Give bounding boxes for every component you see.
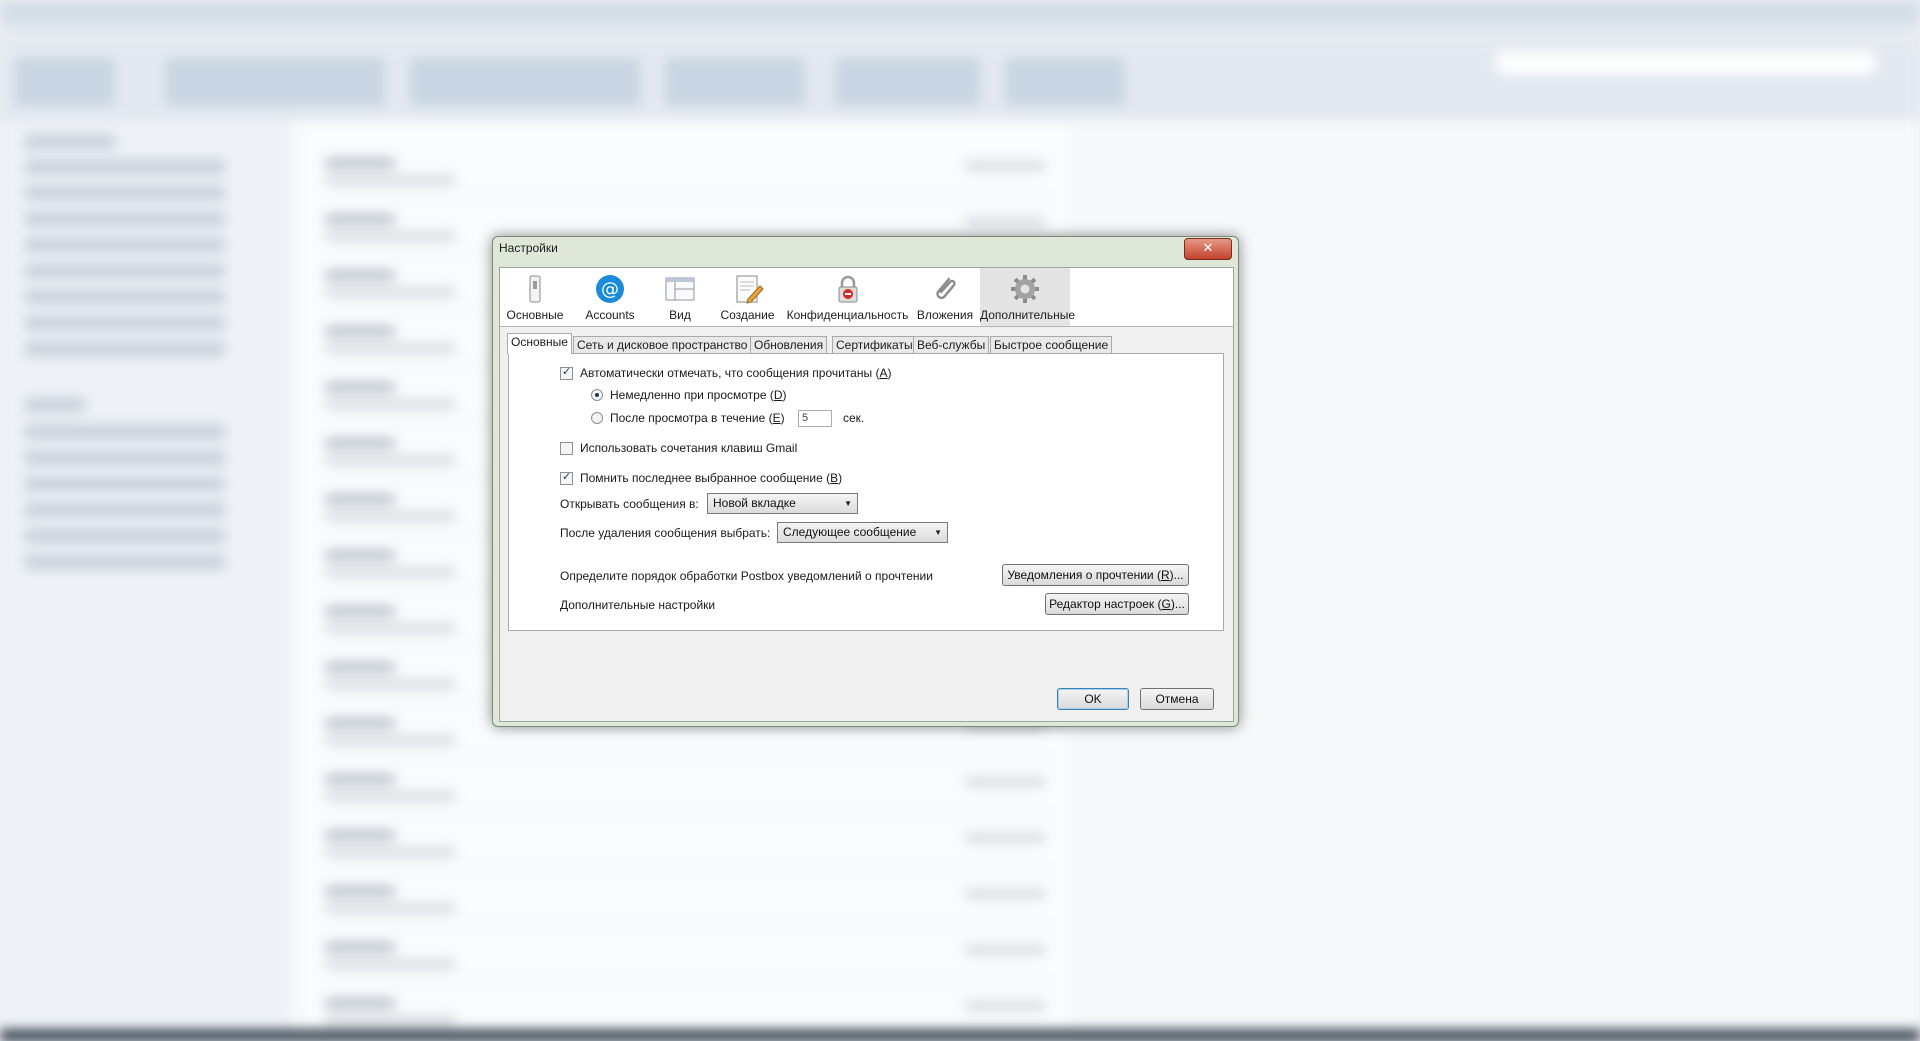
bg-side-item (25, 477, 225, 491)
bg-sidebar (0, 120, 290, 1040)
bg-menu-bar (0, 24, 1920, 48)
after-delay-label[interactable]: После просмотра в течение (E) (610, 411, 785, 425)
bg-side-item (25, 529, 225, 543)
at-sign-icon: @ (596, 275, 624, 303)
pane-label: Дополнительные (980, 308, 1075, 322)
delay-seconds-input[interactable]: 5 (798, 410, 832, 427)
receipts-label: Определите порядок обработки Postbox уве… (560, 569, 933, 583)
bg-tool (1005, 58, 1125, 106)
chevron-down-icon: ▼ (934, 528, 942, 537)
bg-tool (15, 58, 115, 106)
bg-side-item (25, 160, 225, 174)
seconds-unit-label: сек. (843, 411, 865, 425)
padlock-icon (838, 275, 857, 303)
bg-side-item (25, 555, 225, 569)
after-delete-label: После удаления сообщения выбрать: (560, 526, 771, 540)
dialog-client: Основные @ Accounts Вид Создание Конфиде… (499, 267, 1234, 722)
bg-side-item (25, 186, 225, 200)
pane-compose[interactable]: Создание (710, 268, 785, 326)
pane-label: Вложения (916, 308, 974, 322)
bg-side-item (25, 342, 225, 356)
settings-dialog: Настройки ✕ Основные @ Accounts Вид Созд… (492, 236, 1239, 727)
after-delay-radio[interactable] (591, 412, 603, 424)
remember-last-checkbox[interactable] (560, 470, 573, 485)
switch-icon (529, 275, 541, 303)
settings-panel: Автоматически отмечать, что сообщения пр… (508, 353, 1224, 631)
subtab-instant-message[interactable]: Быстрое сообщение (990, 336, 1113, 353)
bg-row (325, 766, 1055, 813)
close-button[interactable]: ✕ (1184, 238, 1232, 260)
svg-text:@: @ (601, 279, 619, 300)
category-bar: Основные @ Accounts Вид Создание Конфиде… (500, 268, 1233, 327)
bg-side-item (25, 238, 225, 252)
open-in-select[interactable]: Новой вкладке ▼ (707, 493, 858, 514)
subtab-updates[interactable]: Обновления (750, 336, 828, 353)
bg-side-item (25, 503, 225, 517)
gmail-shortcuts-label[interactable]: Использовать сочетания клавиш Gmail (580, 441, 797, 455)
config-editor-button[interactable]: Редактор настроек (G)... (1045, 593, 1189, 615)
pane-accounts[interactable]: @ Accounts (570, 268, 650, 326)
gear-icon (1011, 275, 1039, 303)
bg-taskbar (0, 1030, 1920, 1041)
bg-row (325, 878, 1055, 925)
after-delete-select[interactable]: Следующее сообщение ▼ (777, 522, 948, 543)
bg-row (325, 822, 1055, 869)
pane-label: Accounts (585, 308, 635, 322)
bg-tool (835, 58, 980, 106)
bg-side-item (25, 290, 225, 304)
after-delete-value: Следующее сообщение (783, 525, 917, 539)
bg-tool (665, 58, 805, 106)
auto-mark-read-checkbox[interactable] (560, 365, 573, 380)
pane-privacy[interactable]: Конфиденциальность (785, 268, 910, 326)
bg-side-item (25, 135, 115, 149)
bg-title-bar (0, 0, 1920, 24)
bg-tool (410, 58, 640, 106)
subtab-certificates[interactable]: Сертификаты (832, 336, 917, 353)
pane-label: Вид (669, 308, 691, 322)
chevron-down-icon: ▼ (844, 499, 852, 508)
bg-side-item (25, 316, 225, 330)
pane-general[interactable]: Основные (500, 268, 570, 326)
pane-attachments[interactable]: Вложения (910, 268, 980, 326)
auto-mark-read-label[interactable]: Автоматически отмечать, что сообщения пр… (580, 366, 891, 380)
pane-advanced[interactable]: Дополнительные (980, 268, 1075, 326)
subtab-general[interactable]: Основные (507, 333, 572, 354)
bg-side-item (25, 264, 225, 278)
compose-pencil-icon (736, 275, 764, 304)
remember-last-label[interactable]: Помнить последнее выбранное сообщение (B… (580, 471, 842, 485)
gmail-shortcuts-checkbox[interactable] (560, 442, 573, 455)
bg-side-item (25, 398, 85, 412)
pane-label: Создание (720, 308, 775, 322)
receipts-button[interactable]: Уведомления о прочтении (R)... (1002, 564, 1189, 586)
cancel-button[interactable]: Отмена (1140, 688, 1214, 710)
open-in-value: Новой вкладке (713, 496, 796, 510)
dialog-title: Настройки (499, 241, 558, 255)
window-layout-icon (665, 277, 695, 301)
pane-label: Основные (506, 308, 564, 322)
ok-button[interactable]: OK (1057, 688, 1129, 710)
open-in-label: Открывать сообщения в: (560, 497, 699, 511)
bg-side-item (25, 425, 225, 439)
bg-tool (165, 58, 385, 106)
immediately-label[interactable]: Немедленно при просмотре (D) (610, 388, 787, 402)
bg-row (325, 934, 1055, 981)
paperclip-icon (936, 277, 956, 300)
subtab-web-services[interactable]: Веб-службы (913, 336, 990, 353)
advanced-settings-label: Дополнительные настройки (560, 598, 716, 612)
bg-row (325, 150, 1055, 197)
pane-label: Конфиденциальность (786, 308, 909, 322)
bg-search (1495, 50, 1877, 76)
pane-view[interactable]: Вид (650, 268, 710, 326)
bg-side-item (25, 212, 225, 226)
subtab-network[interactable]: Сеть и дисковое пространство (573, 336, 752, 353)
bg-side-item (25, 451, 225, 465)
immediately-radio[interactable] (591, 389, 603, 401)
